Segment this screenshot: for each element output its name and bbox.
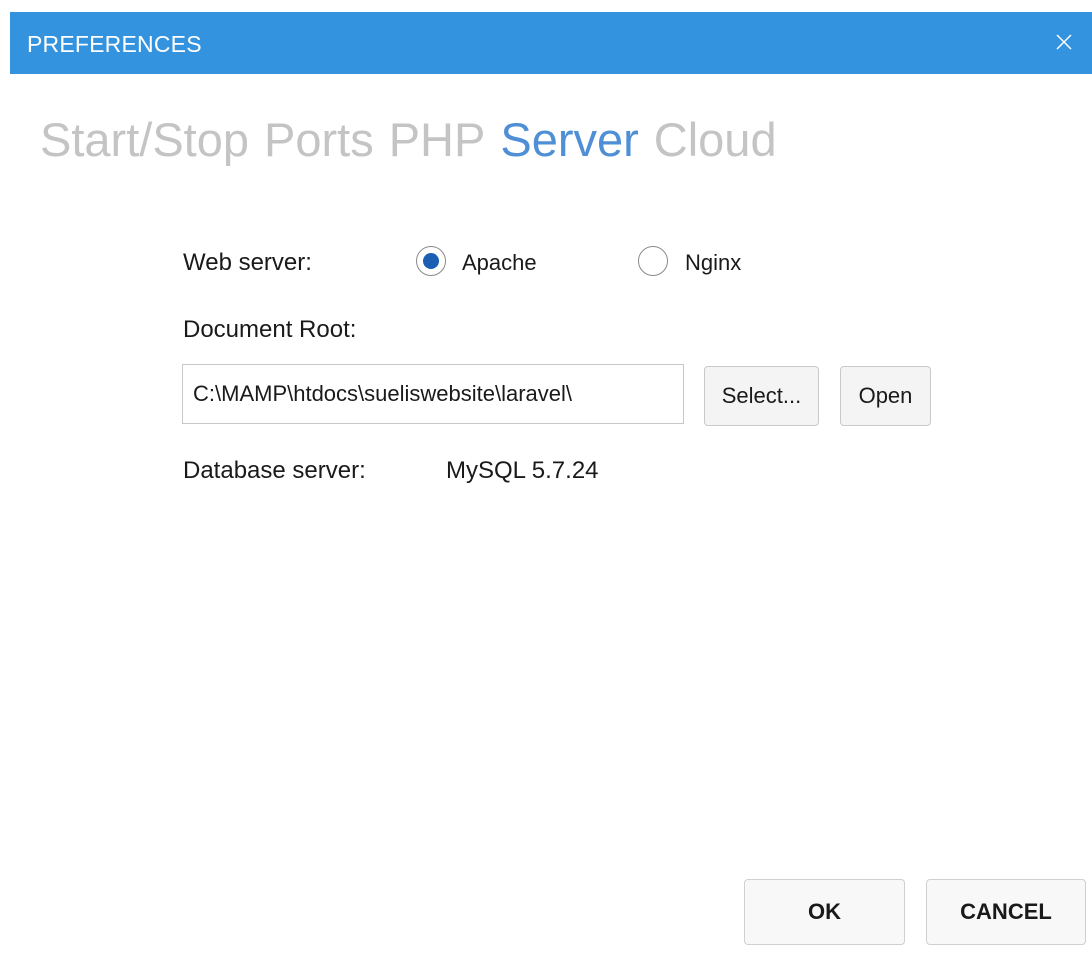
preferences-window: PREFERENCES Start/Stop Ports PHP Server Clou… bbox=[0, 0, 1092, 953]
database-server-label: Database server: bbox=[183, 457, 366, 484]
web-server-label: Web server: bbox=[183, 249, 312, 276]
radio-nginx[interactable] bbox=[638, 246, 668, 276]
open-button[interactable]: Open bbox=[840, 366, 931, 426]
radio-selected-dot bbox=[423, 253, 439, 269]
tab-ports[interactable]: Ports bbox=[264, 110, 374, 170]
radio-apache[interactable] bbox=[416, 246, 446, 276]
select-button[interactable]: Select... bbox=[704, 366, 819, 426]
document-root-input[interactable] bbox=[182, 364, 684, 424]
cancel-button[interactable]: CANCEL bbox=[926, 879, 1086, 945]
tab-bar: Start/Stop Ports PHP Server Cloud bbox=[40, 110, 792, 170]
radio-apache-label[interactable]: Apache bbox=[462, 250, 537, 276]
document-root-label: Document Root: bbox=[183, 316, 357, 343]
database-server-value: MySQL 5.7.24 bbox=[446, 457, 599, 484]
ok-button[interactable]: OK bbox=[744, 879, 905, 945]
window-title: PREFERENCES bbox=[27, 31, 202, 57]
tab-start-stop[interactable]: Start/Stop bbox=[40, 110, 249, 170]
tab-php[interactable]: PHP bbox=[389, 110, 486, 170]
close-icon[interactable] bbox=[1052, 30, 1076, 54]
tab-server[interactable]: Server bbox=[500, 110, 638, 170]
radio-nginx-label[interactable]: Nginx bbox=[685, 250, 741, 276]
tab-cloud[interactable]: Cloud bbox=[654, 110, 777, 170]
title-bar: PREFERENCES bbox=[10, 12, 1092, 74]
